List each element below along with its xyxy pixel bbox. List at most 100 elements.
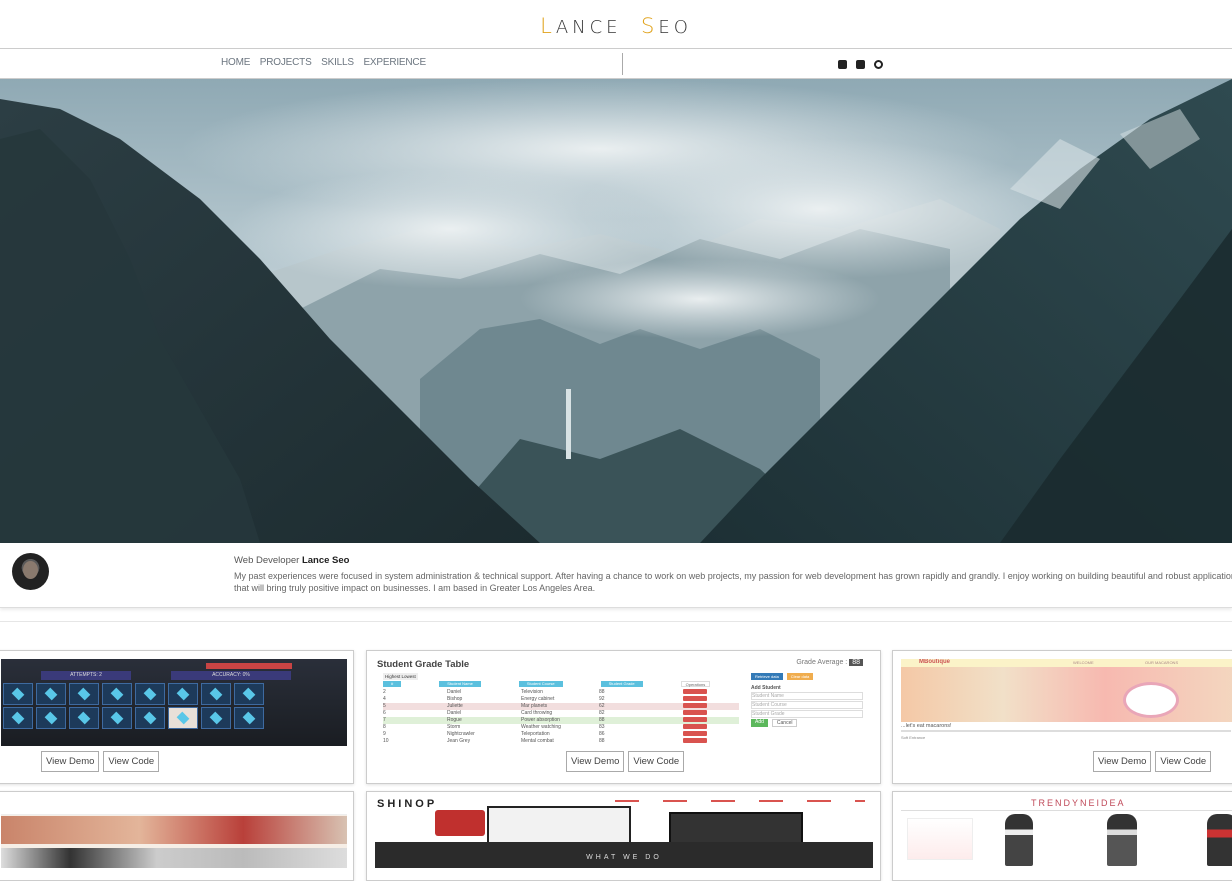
shop-header: [1, 798, 347, 815]
linkedin-icon[interactable]: [838, 60, 847, 69]
github-icon[interactable]: [874, 60, 883, 69]
cell-course: Television: [521, 689, 543, 695]
nav-item-experience[interactable]: EXPERIENCE: [363, 57, 426, 68]
bio-section: Web Developer Lance Seo My past experien…: [0, 543, 1232, 608]
projects-gallery: ATTEMPTS: 2 ACCURACY: 0% View Demo View …: [0, 621, 1232, 881]
add-student-actions: Add Cancel: [751, 719, 798, 727]
view-demo-button[interactable]: View Demo: [566, 751, 625, 772]
view-code-button[interactable]: View Code: [628, 751, 685, 772]
trendy-product-1: [1005, 814, 1033, 866]
project-thumbnail-boutique[interactable]: MBoutique WELCOME OUR MACARONS ...let's …: [901, 659, 1232, 747]
instagram-icon[interactable]: [856, 60, 865, 69]
logo-initial-last: S: [641, 14, 659, 38]
cell-name: Jean Grey: [447, 738, 471, 744]
project-thumbnail-grade-table[interactable]: Student Grade Table Grade Average : 88 H…: [375, 657, 873, 745]
nav-item-skills[interactable]: SKILLS: [321, 57, 354, 68]
project-thumbnail-shinop[interactable]: SHINOP WHAT WE DO: [375, 796, 873, 868]
view-code-button[interactable]: View Code: [103, 751, 160, 772]
cell-id: 5: [383, 703, 386, 709]
project-thumbnail-memory[interactable]: ATTEMPTS: 2 ACCURACY: 0%: [1, 659, 347, 746]
memory-card: [69, 707, 99, 729]
shinop-device-laptop: [487, 806, 631, 846]
cell-course: Power absorption: [521, 717, 560, 723]
bio-role: Web Developer: [234, 555, 300, 566]
delete-button: [683, 703, 707, 708]
boutique-footer-text: Soft Entrance: [901, 735, 926, 740]
cell-course: Card throwing: [521, 710, 553, 716]
delete-button: [683, 731, 707, 736]
view-demo-button[interactable]: View Demo: [41, 751, 100, 772]
project-card-shinop: SHINOP WHAT WE DO: [366, 791, 881, 881]
memory-card: [234, 683, 264, 705]
nav-divider: [622, 53, 623, 75]
project-thumbnail-trendy[interactable]: TRENDYNEIDEA: [901, 796, 1232, 868]
project-buttons: View Demo View Code: [41, 751, 160, 772]
project-buttons: View Demo View Code: [566, 751, 685, 772]
trendy-filter-panel: [907, 818, 973, 860]
view-demo-button[interactable]: View Demo: [1093, 751, 1152, 772]
memory-card: [135, 707, 165, 729]
grade-data-buttons: Retrieve data Clear data: [751, 673, 814, 680]
table-row: 10 Jean Grey Mental combat 88: [383, 738, 739, 745]
memory-card: [36, 707, 66, 729]
table-row: 2 Daniel Television 88: [383, 689, 739, 696]
shinop-logo: SHINOP: [377, 798, 438, 810]
logo-first-rest: ANCE: [555, 17, 622, 38]
cell-grade: 83: [599, 724, 605, 730]
memory-card: [36, 683, 66, 705]
boutique-heading: ...let's eat macarons!: [901, 723, 952, 729]
delete-button: [683, 710, 707, 715]
grade-table-header: # Student Name Student Course Student Gr…: [383, 681, 739, 687]
project-card-shop: [0, 791, 354, 881]
cell-name: Rogue: [447, 717, 462, 723]
table-row: 6 Daniel Card throwing 82: [383, 710, 739, 717]
cancel-student-button: Cancel: [771, 719, 798, 727]
project-card-boutique: MBoutique WELCOME OUR MACARONS ...let's …: [892, 650, 1232, 784]
trendy-product-2: [1107, 814, 1137, 866]
cell-id: 6: [383, 710, 386, 716]
cell-id: 7: [383, 717, 386, 723]
boutique-nav-macarons: OUR MACARONS: [1145, 660, 1179, 665]
nav-item-projects[interactable]: PROJECTS: [260, 57, 312, 68]
memory-card: [102, 683, 132, 705]
project-thumbnail-shop[interactable]: [1, 798, 347, 868]
site-logo[interactable]: LANCE SEO: [0, 14, 1232, 38]
macaron-seal: [1123, 682, 1179, 718]
avatar: [12, 553, 49, 590]
cell-id: 9: [383, 731, 386, 737]
student-name-field: Student Name: [751, 692, 863, 700]
grade-col-header: Student Name: [439, 681, 481, 687]
grade-sort-label: Highest Lowest: [383, 673, 418, 680]
boutique-header: MBoutique WELCOME OUR MACARONS: [901, 659, 1232, 667]
cell-course: Energy cabinet: [521, 696, 555, 702]
delete-button: [683, 738, 707, 743]
cell-grade: 62: [599, 703, 605, 709]
trendy-logo: TRENDYNEIDEA: [1031, 798, 1126, 808]
shinop-nav: [615, 800, 865, 802]
view-code-button[interactable]: View Code: [1155, 751, 1212, 772]
cell-grade: 88: [599, 689, 605, 695]
table-row: 5 Juliette Mar planets 62: [383, 703, 739, 710]
cell-grade: 88: [599, 717, 605, 723]
memory-card: [3, 707, 33, 729]
logo-last-rest: EO: [658, 17, 692, 38]
memory-card: [168, 707, 198, 729]
shop-banner: [1, 816, 347, 844]
memory-card: [234, 707, 264, 729]
delete-button: [683, 696, 707, 701]
cell-grade: 92: [599, 696, 605, 702]
logo-initial-first: L: [540, 14, 556, 38]
grade-col-header: #: [383, 681, 402, 687]
project-card-grade-table: Student Grade Table Grade Average : 88 H…: [366, 650, 881, 784]
table-row: 8 Storm Weather watching 83: [383, 724, 739, 731]
memory-card: [168, 683, 198, 705]
project-card-memory: ATTEMPTS: 2 ACCURACY: 0% View Demo View …: [0, 650, 354, 784]
bio-description: My past experiences were focused in syst…: [234, 571, 1232, 593]
cell-name: Bishop: [447, 696, 463, 702]
nav-links: HOME PROJECTS SKILLS EXPERIENCE: [221, 57, 433, 68]
cell-grade: 88: [599, 738, 605, 744]
cell-id: 8: [383, 724, 386, 730]
nav-item-home[interactable]: HOME: [221, 57, 250, 68]
cell-course: Mental combat: [521, 738, 554, 744]
table-row: 4 Bishop Energy cabinet 92: [383, 696, 739, 703]
